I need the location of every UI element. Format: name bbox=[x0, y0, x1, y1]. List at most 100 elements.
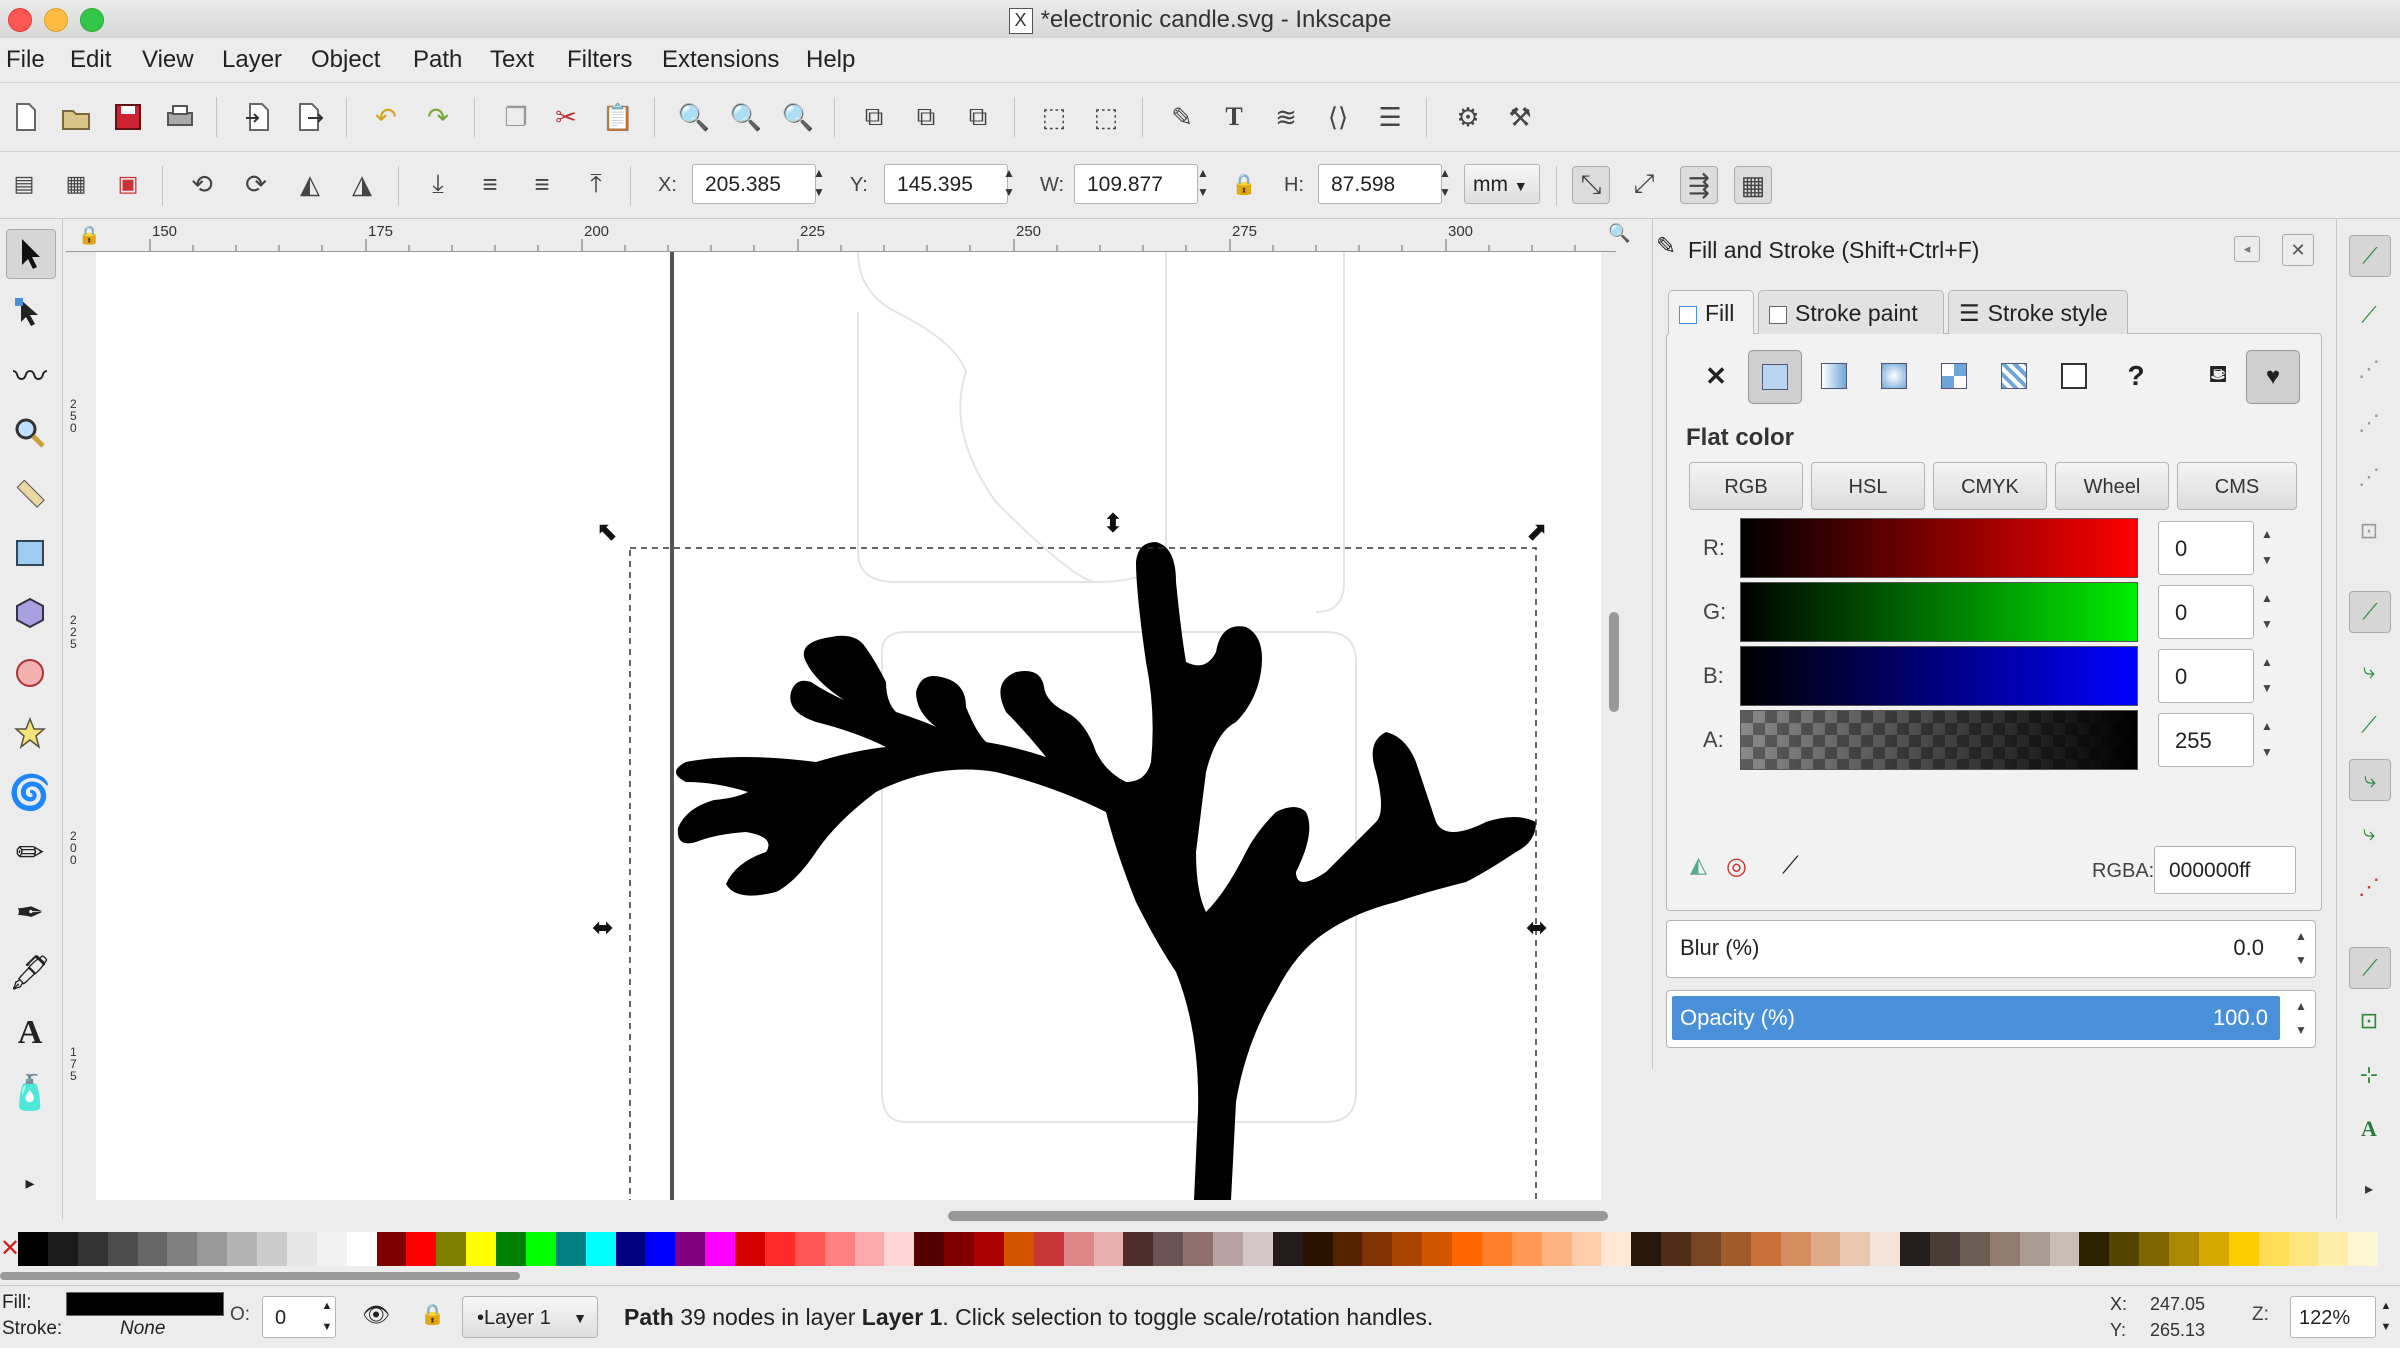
blue-field[interactable]: 0 bbox=[2158, 649, 2254, 703]
pencil-tool-icon[interactable]: ✏ bbox=[6, 829, 54, 877]
red-stepper[interactable]: ▲ ▼ bbox=[2254, 521, 2280, 575]
palette-swatch[interactable] bbox=[1870, 1232, 1901, 1266]
palette-swatch[interactable] bbox=[615, 1232, 646, 1266]
horizontal-scroll-thumb[interactable] bbox=[948, 1211, 1608, 1221]
opacity-stepper[interactable]: ▲ ▼ bbox=[2290, 994, 2312, 1042]
move-patterns-icon[interactable]: ▦ bbox=[1734, 166, 1772, 204]
linear-gradient-icon[interactable] bbox=[1808, 350, 1860, 402]
snap-path-icon[interactable]: ⤷ bbox=[2349, 651, 2389, 691]
copy-icon[interactable]: ❐ bbox=[498, 99, 534, 135]
zoom-selection-icon[interactable]: 🔍 bbox=[676, 99, 712, 135]
zoom-stepper[interactable]: ▲ ▼ bbox=[2376, 1296, 2396, 1338]
opacity-status-stepper[interactable]: ▲ ▼ bbox=[316, 1296, 338, 1338]
zoom-page-icon[interactable]: 🔍 bbox=[780, 99, 816, 135]
expand-snapbar-icon[interactable]: ▸ bbox=[2349, 1169, 2389, 1209]
alpha-stepper[interactable]: ▲ ▼ bbox=[2254, 713, 2280, 767]
tweak-tool-icon[interactable]: 〰 bbox=[6, 349, 54, 397]
clone-icon[interactable]: ⧉ bbox=[908, 99, 944, 135]
palette-swatch[interactable] bbox=[1063, 1232, 1094, 1266]
palette-swatch[interactable] bbox=[1123, 1232, 1154, 1266]
palette-swatch[interactable] bbox=[735, 1232, 765, 1266]
snap-bbox-midpoint-icon[interactable]: ⋰ bbox=[2349, 457, 2389, 497]
palette-swatch[interactable] bbox=[18, 1232, 48, 1266]
zoom-field[interactable]: 122% bbox=[2290, 1296, 2376, 1338]
fill-indicator-swatch[interactable] bbox=[66, 1292, 224, 1316]
snap-bbox-center-icon[interactable]: ⊡ bbox=[2349, 511, 2389, 551]
palette-swatch[interactable] bbox=[2079, 1232, 2110, 1266]
raise-to-top-icon[interactable]: ⤒ bbox=[578, 166, 614, 202]
xml-editor-icon[interactable]: ⟨⟩ bbox=[1320, 99, 1356, 135]
layers-dialog-icon[interactable]: ≋ bbox=[1268, 99, 1304, 135]
palette-swatch[interactable] bbox=[227, 1232, 257, 1266]
snap-text-baseline-icon[interactable]: ⊹ bbox=[2349, 1055, 2389, 1095]
menu-view[interactable]: View bbox=[142, 46, 194, 74]
unlink-clone-icon[interactable]: ⧉ bbox=[960, 99, 996, 135]
select-all-layers-icon[interactable]: ▦ bbox=[58, 166, 94, 202]
palette-swatch[interactable] bbox=[107, 1232, 138, 1266]
x-field[interactable]: 205.385 bbox=[692, 164, 816, 204]
alpha-field[interactable]: 255 bbox=[2158, 713, 2254, 767]
palette-swatch[interactable] bbox=[1810, 1232, 1841, 1266]
blur-stepper[interactable]: ▲ ▼ bbox=[2290, 924, 2312, 972]
y-field[interactable]: 145.395 bbox=[884, 164, 1008, 204]
snap-smooth-icon[interactable]: ⤷ bbox=[2349, 813, 2389, 853]
no-paint-icon[interactable]: ✕ bbox=[1690, 350, 1742, 402]
align-distribute-icon[interactable]: ☰ bbox=[1372, 99, 1408, 135]
palette-swatch[interactable] bbox=[286, 1232, 317, 1266]
preferences-icon[interactable]: ⚒ bbox=[1502, 99, 1538, 135]
measure-tool-icon[interactable] bbox=[6, 469, 54, 517]
select-all-icon[interactable]: ▤ bbox=[6, 166, 42, 202]
mode-cms-button[interactable]: CMS bbox=[2177, 462, 2297, 510]
rotate-ccw-icon[interactable]: ⟲ bbox=[184, 166, 220, 202]
scale-handle-n[interactable]: ⬍ bbox=[1102, 509, 1124, 539]
palette-swatch[interactable] bbox=[794, 1232, 825, 1266]
alpha-slider[interactable] bbox=[1740, 710, 2138, 770]
palette-swatch[interactable] bbox=[1840, 1232, 1871, 1266]
palette-swatch[interactable] bbox=[645, 1232, 676, 1266]
palette-swatch[interactable] bbox=[77, 1232, 108, 1266]
palette-swatch[interactable] bbox=[2109, 1232, 2140, 1266]
unset-paint-icon[interactable]: ? bbox=[2110, 350, 2162, 402]
palette-swatch[interactable] bbox=[555, 1232, 586, 1266]
palette-swatch[interactable] bbox=[1272, 1232, 1303, 1266]
palette-swatch[interactable] bbox=[1332, 1232, 1363, 1266]
mode-wheel-button[interactable]: Wheel bbox=[2055, 462, 2169, 510]
cut-icon[interactable]: ✂ bbox=[548, 99, 584, 135]
palette-swatch[interactable] bbox=[1691, 1232, 1721, 1266]
palette-swatch[interactable] bbox=[1422, 1232, 1452, 1266]
new-document-icon[interactable] bbox=[8, 99, 44, 135]
palette-swatch[interactable] bbox=[1183, 1232, 1213, 1266]
blue-stepper[interactable]: ▲ ▼ bbox=[2254, 649, 2280, 703]
palette-swatch[interactable] bbox=[764, 1232, 795, 1266]
palette-swatch[interactable] bbox=[406, 1232, 437, 1266]
swatch-icon[interactable] bbox=[2048, 350, 2100, 402]
3d-box-tool-icon[interactable] bbox=[6, 589, 54, 637]
spray-tool-icon[interactable]: 🧴 bbox=[6, 1069, 54, 1117]
zoom-corner-icon[interactable]: 🔍 bbox=[1608, 223, 1630, 244]
layer-select[interactable]: •Layer 1 ▼ bbox=[462, 1296, 598, 1338]
snap-text-icon[interactable]: A bbox=[2349, 1109, 2389, 1149]
mode-cmyk-button[interactable]: CMYK bbox=[1933, 462, 2047, 510]
collapse-dock-icon[interactable]: ◂ bbox=[2234, 236, 2260, 262]
snap-intersection-icon[interactable]: ⟋ bbox=[2349, 705, 2389, 745]
save-icon[interactable] bbox=[110, 99, 146, 135]
snap-toggle-icon[interactable]: ⟋ bbox=[2349, 235, 2391, 277]
palette-swatch[interactable] bbox=[2288, 1232, 2319, 1266]
palette-swatch[interactable] bbox=[914, 1232, 945, 1266]
palette-swatch[interactable] bbox=[197, 1232, 228, 1266]
palette-swatch[interactable] bbox=[854, 1232, 885, 1266]
stroke-indicator-value[interactable]: None bbox=[120, 1318, 165, 1340]
toggle-visibility-icon[interactable]: 👁 bbox=[362, 1302, 390, 1328]
menu-filters[interactable]: Filters bbox=[567, 46, 632, 74]
vertical-scroll-thumb[interactable] bbox=[1609, 612, 1619, 712]
palette-swatch[interactable] bbox=[1392, 1232, 1423, 1266]
paste-icon[interactable]: 📋 bbox=[600, 99, 636, 135]
fill-stroke-dialog-icon[interactable]: ✎ bbox=[1164, 99, 1200, 135]
snap-bbox-corner-icon[interactable]: ⋰ bbox=[2349, 403, 2389, 443]
palette-swatch[interactable] bbox=[675, 1232, 706, 1266]
green-field[interactable]: 0 bbox=[2158, 585, 2254, 639]
menu-help[interactable]: Help bbox=[806, 46, 855, 74]
mode-hsl-button[interactable]: HSL bbox=[1811, 462, 1925, 510]
palette-swatch[interactable] bbox=[1213, 1232, 1243, 1266]
spiral-tool-icon[interactable]: 🌀 bbox=[6, 769, 54, 817]
